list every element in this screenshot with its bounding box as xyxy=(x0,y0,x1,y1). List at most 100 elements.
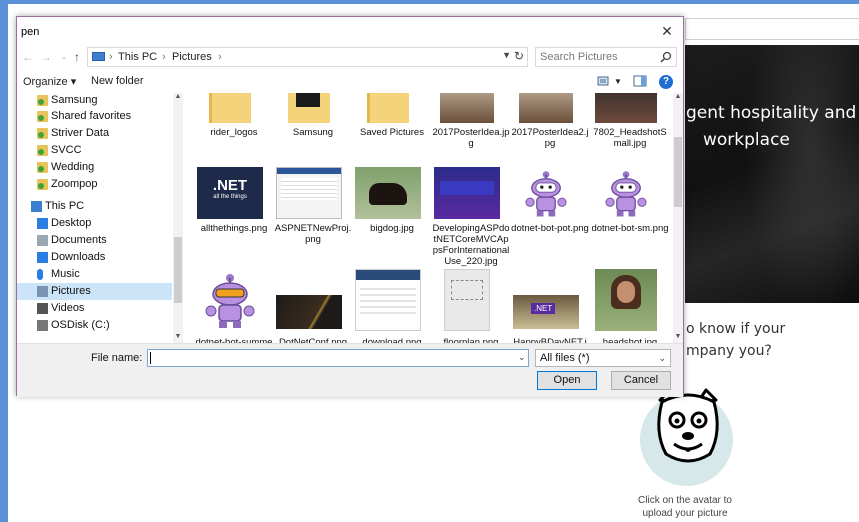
nav-item[interactable]: This PC xyxy=(17,198,172,215)
nav-item[interactable]: OSDisk (C:) xyxy=(17,317,172,334)
back-arrow-icon[interactable]: ← xyxy=(21,48,35,66)
file-thumbnail xyxy=(593,269,659,331)
file-scroll-up-icon[interactable]: ▲ xyxy=(674,93,682,100)
forward-arrow-icon[interactable]: → xyxy=(39,48,53,66)
nav-scrollbar[interactable] xyxy=(173,93,183,343)
nav-scroll-up-icon[interactable]: ▲ xyxy=(174,93,182,100)
nav-item[interactable]: Samsung xyxy=(17,93,172,109)
file-thumbnail xyxy=(434,269,500,331)
file-name: ASPNETNewProj.png xyxy=(274,223,352,245)
nav-item-label: This PC xyxy=(45,200,85,212)
close-icon[interactable]: ✕ xyxy=(657,21,677,41)
documents-icon xyxy=(37,235,48,246)
nav-item-label: Wedding xyxy=(51,161,95,173)
desktop-icon xyxy=(37,218,48,229)
organize-menu[interactable]: Organize ▾ xyxy=(23,75,76,88)
file-name: 2017PosterIdea2.jpg xyxy=(511,127,589,149)
nav-item-label: Desktop xyxy=(51,217,92,229)
breadcrumb-this-pc[interactable]: This PC xyxy=(118,51,157,63)
filetype-select[interactable]: All files (*) ⌄ xyxy=(535,349,671,367)
nav-item[interactable]: Striver Data xyxy=(17,125,172,142)
view-options-icon[interactable] xyxy=(597,75,611,87)
nav-item-label: Downloads xyxy=(51,251,106,263)
video-thumb-icon xyxy=(434,167,500,219)
view-dropdown-icon[interactable]: ▼ xyxy=(614,77,622,86)
nav-item[interactable]: Downloads xyxy=(17,249,172,266)
dialog-titlebar[interactable]: pen ✕ xyxy=(17,17,683,45)
screenshot-icon xyxy=(276,167,342,219)
file-name: allthethings.png xyxy=(200,223,268,234)
folder-icon xyxy=(37,179,48,190)
breadcrumb-pictures[interactable]: Pictures xyxy=(172,51,212,63)
search-input[interactable]: Search Pictures xyxy=(535,47,677,67)
filename-input[interactable] xyxy=(147,349,529,367)
file-scrollbar-thumb[interactable] xyxy=(674,137,682,207)
folder-icon xyxy=(209,93,251,123)
hero-heading-line1: gent hospitality and xyxy=(686,103,857,123)
file-thumbnail xyxy=(276,93,342,123)
up-arrow-icon[interactable]: ↑ xyxy=(70,48,84,66)
folder-icon xyxy=(37,128,48,139)
dark-image-icon xyxy=(276,295,342,329)
breadcrumb-separator: › xyxy=(109,51,113,63)
nav-item[interactable]: Videos xyxy=(17,300,172,317)
thumb-text: .NET xyxy=(531,303,556,314)
breadcrumb-separator: › xyxy=(162,51,166,63)
file-scroll-down-icon[interactable]: ▼ xyxy=(674,333,682,340)
dialog-title: pen xyxy=(21,26,40,38)
nav-item-label: Zoompop xyxy=(51,178,98,190)
nav-item[interactable]: Wedding xyxy=(17,159,172,176)
file-name: DevelopingASPdotNETCoreMVCAppsForInterna… xyxy=(432,223,510,267)
filename-dropdown-icon[interactable]: ⌄ xyxy=(518,352,526,363)
folder-icon xyxy=(37,111,48,122)
thumb-subtext: all the things xyxy=(213,194,247,200)
downloads-icon xyxy=(37,252,48,263)
nav-scroll-down-icon[interactable]: ▼ xyxy=(174,333,182,340)
nav-item[interactable]: Documents xyxy=(17,232,172,249)
file-name: dotnet-bot-sm.png xyxy=(591,223,669,234)
nav-item[interactable]: Desktop xyxy=(17,215,172,232)
nav-item[interactable]: Shared favorites xyxy=(17,108,172,125)
nav-item[interactable]: Zoompop xyxy=(17,176,172,193)
address-bar[interactable]: › This PC › Pictures › ▼ ↻ xyxy=(87,47,528,67)
file-thumbnail xyxy=(197,269,263,331)
nav-item[interactable]: SVCC xyxy=(17,142,172,159)
file-thumbnail xyxy=(355,93,421,123)
photo-icon xyxy=(595,93,657,123)
file-name: Samsung xyxy=(292,127,334,138)
refresh-icon[interactable]: ↻ xyxy=(514,49,524,63)
new-folder-button[interactable]: New folder xyxy=(91,75,144,87)
disk-icon xyxy=(37,320,48,331)
folder-icon xyxy=(367,93,409,123)
address-dropdown-icon[interactable]: ▼ xyxy=(502,50,511,60)
nav-item-label: Pictures xyxy=(51,285,91,297)
file-thumbnail xyxy=(593,167,659,219)
pictures-icon xyxy=(37,286,48,297)
recent-dropdown-icon[interactable]: ⌄ xyxy=(57,48,71,66)
file-scrollbar[interactable] xyxy=(673,93,683,343)
file-thumbnail: .NET xyxy=(513,269,579,331)
browser-bar-strip xyxy=(685,18,859,40)
open-button[interactable]: Open xyxy=(537,371,597,390)
dotnet-logo-icon: .NET all the things xyxy=(197,167,263,219)
search-icon[interactable] xyxy=(660,51,672,63)
file-name: Saved Pictures xyxy=(360,127,424,138)
nav-item-label: Samsung xyxy=(51,94,98,106)
nav-item[interactable]: Music xyxy=(17,266,172,283)
pc-icon xyxy=(92,52,105,61)
nav-item-label: Videos xyxy=(51,302,85,314)
folder-icon xyxy=(37,162,48,173)
open-file-dialog: pen ✕ ← → ⌄ ↑ › This PC › Pictures › ▼ ↻… xyxy=(16,16,684,397)
help-icon[interactable]: ? xyxy=(659,75,673,89)
cancel-button[interactable]: Cancel xyxy=(611,371,671,390)
dotnet-bot-icon xyxy=(205,274,255,328)
question-line2: mpany you? xyxy=(686,343,772,359)
preview-pane-icon[interactable] xyxy=(633,75,647,87)
file-name: 2017PosterIdea.jpg xyxy=(432,127,510,149)
nav-item-label: Striver Data xyxy=(51,127,110,139)
nav-scrollbar-thumb[interactable] xyxy=(174,237,182,303)
nav-item[interactable]: Pictures xyxy=(17,283,172,300)
videos-icon xyxy=(37,303,48,314)
dialog-bottom-panel: File name: ⌄ All files (*) ⌄ Open Cancel xyxy=(17,343,683,397)
headshot-photo-icon xyxy=(595,269,657,331)
